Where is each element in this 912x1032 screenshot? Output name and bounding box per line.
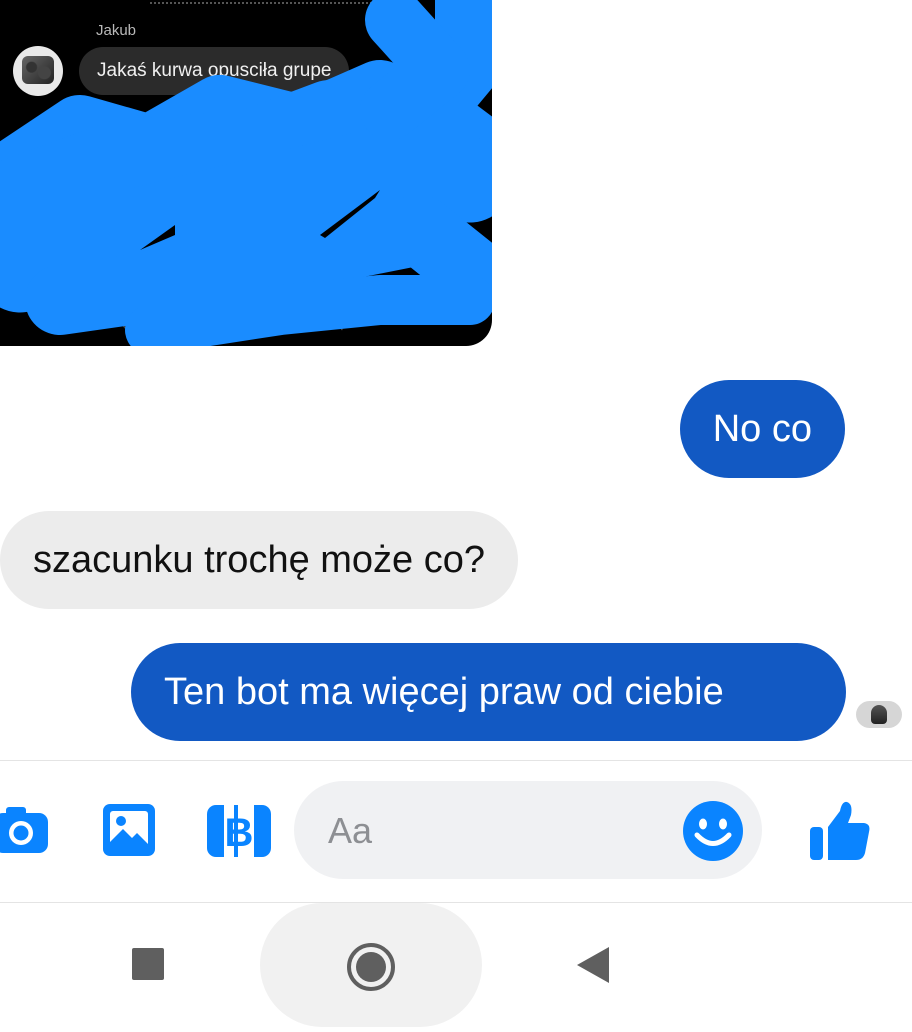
- gallery-icon[interactable]: [101, 802, 157, 858]
- read-receipt-avatar: [856, 701, 902, 728]
- home-icon[interactable]: [346, 942, 396, 992]
- incoming-message-bubble[interactable]: szacunku trochę może co?: [0, 511, 519, 609]
- voice-clip-icon[interactable]: B: [206, 804, 272, 858]
- recents-icon[interactable]: [132, 948, 166, 982]
- blue-scribble-redaction: [0, 0, 492, 346]
- outgoing-message-bubble[interactable]: No co: [679, 380, 845, 478]
- like-icon[interactable]: [806, 797, 872, 863]
- message-composer[interactable]: [294, 781, 762, 879]
- outgoing-message-bubble[interactable]: Ten bot ma więcej praw od ciebie: [131, 643, 846, 741]
- message-input[interactable]: [326, 803, 670, 859]
- emoji-icon[interactable]: [682, 800, 744, 862]
- back-icon[interactable]: [575, 947, 611, 983]
- shared-screenshot-image[interactable]: Jakub Jakaś kurwa opusciła grupe ‹ ○ ⌐: [0, 0, 492, 346]
- composer-bottom-divider: [0, 902, 912, 903]
- composer-top-divider: [0, 760, 912, 761]
- svg-text:B: B: [225, 811, 254, 855]
- camera-icon[interactable]: [0, 805, 50, 855]
